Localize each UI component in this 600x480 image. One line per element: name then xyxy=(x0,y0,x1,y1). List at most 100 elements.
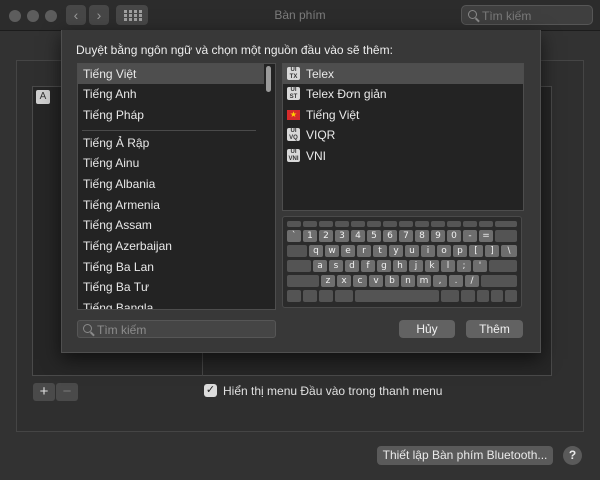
add-input-source-button[interactable]: + xyxy=(33,383,55,401)
search-icon xyxy=(468,10,477,19)
keyboard-key xyxy=(415,221,429,227)
keyboard-key: n xyxy=(401,275,415,287)
input-method-icon: UI VNI xyxy=(287,149,300,162)
keyboard-key xyxy=(491,290,503,302)
input-source-icon: A xyxy=(36,90,50,104)
keyboard-key: , xyxy=(433,275,447,287)
keyboard-key xyxy=(287,290,301,302)
keyboard-key xyxy=(495,230,517,242)
language-item[interactable]: Tiếng Ba Lan xyxy=(78,257,264,277)
keyboard-key: x xyxy=(337,275,351,287)
keyboard-key: 5 xyxy=(367,230,381,242)
keyboard-key: - xyxy=(463,230,477,242)
keyboard-key: e xyxy=(341,245,355,257)
keyboard-key xyxy=(505,290,517,302)
keyboard-key: d xyxy=(345,260,359,272)
language-item[interactable]: Tiếng Albania xyxy=(78,174,264,194)
keyboard-key xyxy=(431,221,445,227)
keyboard-key: i xyxy=(421,245,435,257)
keyboard-key: . xyxy=(449,275,463,287)
input-method-icon: UI VQ xyxy=(287,128,300,141)
keyboard-key: 2 xyxy=(319,230,333,242)
setup-bluetooth-keyboard-button[interactable]: Thiết lập Bàn phím Bluetooth... xyxy=(377,446,553,465)
keyboard-key xyxy=(303,221,317,227)
input-source-item[interactable]: UI VNI VNI xyxy=(283,146,523,166)
keyboard-key xyxy=(319,290,333,302)
keyboard-key: t xyxy=(373,245,387,257)
keyboard-key: q xyxy=(309,245,323,257)
help-button[interactable]: ? xyxy=(563,446,582,465)
language-list-separator xyxy=(82,130,256,131)
keyboard-key: g xyxy=(377,260,391,272)
keyboard-key: a xyxy=(313,260,327,272)
keyboard-key xyxy=(287,275,319,287)
language-item[interactable]: Tiếng Việt xyxy=(78,64,264,84)
show-input-menu-label: Hiển thị menu Đầu vào trong thanh menu xyxy=(223,384,443,398)
language-item[interactable]: Tiếng Bangla xyxy=(78,298,264,309)
search-placeholder: Tìm kiếm xyxy=(97,323,147,337)
keyboard-key: ] xyxy=(485,245,499,257)
show-input-menu-checkbox[interactable]: ✓ xyxy=(204,384,217,397)
language-list-scrollbar[interactable] xyxy=(266,66,271,92)
preferences-search-field[interactable]: Tìm kiếm xyxy=(461,5,593,25)
keyboard-key xyxy=(489,260,517,272)
keyboard-key: ; xyxy=(457,260,471,272)
keyboard-key: 4 xyxy=(351,230,365,242)
keyboard-key xyxy=(463,221,477,227)
language-item[interactable]: Tiếng Assam xyxy=(78,215,264,235)
language-item[interactable]: Tiếng Ba Tư xyxy=(78,277,264,297)
cancel-button[interactable]: Hủy xyxy=(399,320,455,338)
keyboard-key xyxy=(447,221,461,227)
keyboard-key xyxy=(441,290,459,302)
keyboard-key: ' xyxy=(473,260,487,272)
title-bar: ‹ › Bàn phím Tìm kiếm xyxy=(0,0,600,31)
keyboard-key xyxy=(477,290,489,302)
language-search-field[interactable]: Tìm kiếm xyxy=(77,320,276,338)
search-icon xyxy=(83,324,92,333)
keyboard-key xyxy=(367,221,381,227)
input-source-item[interactable]: UI VQ VIQR xyxy=(283,125,523,145)
input-method-icon: UI ST xyxy=(287,87,300,100)
keyboard-key: ` xyxy=(287,230,301,242)
language-item[interactable]: Tiếng Anh xyxy=(78,84,264,104)
keyboard-key: 7 xyxy=(399,230,413,242)
keyboard-key xyxy=(287,221,301,227)
keyboard-key xyxy=(287,245,307,257)
add-button[interactable]: Thêm xyxy=(466,320,523,338)
keyboard-key xyxy=(495,221,517,227)
keyboard-key xyxy=(351,221,365,227)
language-item[interactable]: Tiếng Pháp xyxy=(78,105,264,125)
keyboard-key: / xyxy=(465,275,479,287)
keyboard-key: v xyxy=(369,275,383,287)
keyboard-key: s xyxy=(329,260,343,272)
remove-input-source-button[interactable]: − xyxy=(56,383,78,401)
language-item[interactable]: Tiếng Ả Rập xyxy=(78,133,264,153)
keyboard-key xyxy=(461,290,475,302)
keyboard-key: f xyxy=(361,260,375,272)
keyboard-key: c xyxy=(353,275,367,287)
keyboard-key xyxy=(481,275,517,287)
keyboard-key: \ xyxy=(501,245,517,257)
keyboard-key xyxy=(479,221,493,227)
keyboard-key: 9 xyxy=(431,230,445,242)
keyboard-key xyxy=(319,221,333,227)
keyboard-key: b xyxy=(385,275,399,287)
keyboard-spacebar xyxy=(355,290,439,302)
language-item[interactable]: Tiếng Armenia xyxy=(78,195,264,215)
keyboard-key: w xyxy=(325,245,339,257)
search-placeholder: Tìm kiếm xyxy=(482,9,532,23)
keyboard-key: u xyxy=(405,245,419,257)
keyboard-key: o xyxy=(437,245,451,257)
input-source-item[interactable]: ★ Tiếng Việt xyxy=(283,105,523,125)
keyboard-key: 6 xyxy=(383,230,397,242)
language-item[interactable]: Tiếng Azerbaijan xyxy=(78,236,264,256)
keyboard-key: 8 xyxy=(415,230,429,242)
keyboard-key: p xyxy=(453,245,467,257)
keyboard-key: 1 xyxy=(303,230,317,242)
keyboard-key: r xyxy=(357,245,371,257)
input-source-item[interactable]: UI ST Telex Đơn giản xyxy=(283,84,523,104)
input-source-item[interactable]: UI TX Telex xyxy=(283,64,523,84)
language-item[interactable]: Tiếng Ainu xyxy=(78,153,264,173)
keyboard-key: 3 xyxy=(335,230,349,242)
keyboard-key xyxy=(399,221,413,227)
